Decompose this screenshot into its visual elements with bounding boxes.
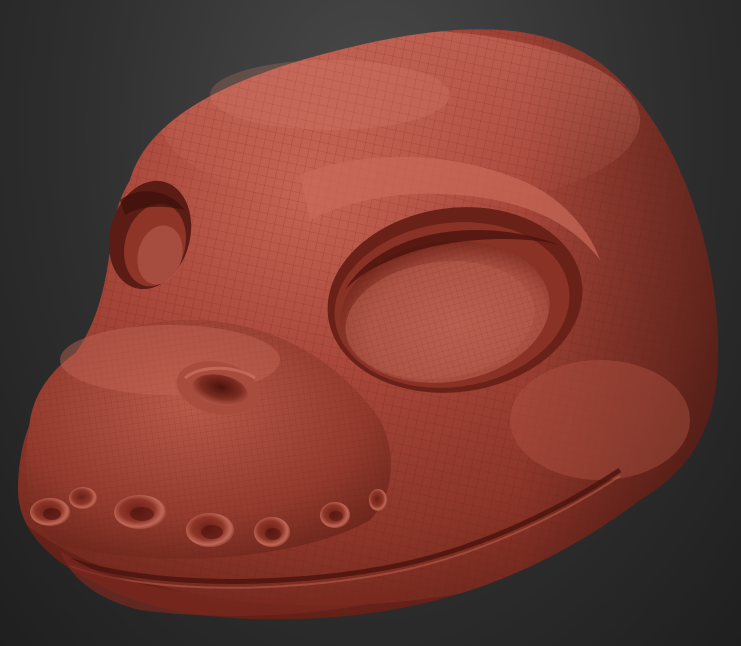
sculpt-render <box>18 29 719 620</box>
cheek <box>510 360 690 480</box>
jaw-bump-7 <box>369 489 387 511</box>
jaw-bump-2 <box>69 487 97 509</box>
sculpt-viewport[interactable] <box>0 0 741 646</box>
